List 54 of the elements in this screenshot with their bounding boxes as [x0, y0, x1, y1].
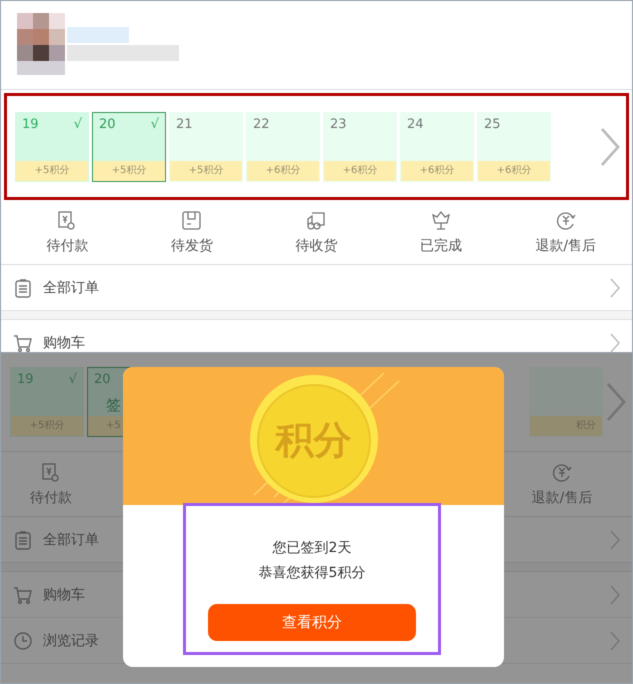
view-points-button[interactable]: 查看积分 [208, 604, 416, 641]
box-icon [180, 210, 203, 232]
day-number: 21 [176, 116, 193, 132]
check-mark: √ [74, 116, 82, 132]
points-reward: +5积分 [170, 160, 242, 180]
day-number: 25 [484, 116, 501, 132]
day-number: 19 [17, 372, 34, 387]
chevron-icon [606, 382, 626, 422]
truck-icon [305, 210, 328, 232]
check-mark: √ [68, 372, 77, 387]
clock-icon [13, 630, 33, 650]
message-text: 您已签到2天 [272, 539, 352, 558]
clipboard-icon [13, 278, 33, 298]
points-reward: +6积分 [324, 160, 396, 180]
calendar-day[interactable]: 23 +6积分 [323, 112, 397, 182]
day-number: 22 [253, 116, 270, 132]
chevron-icon [610, 584, 620, 604]
points-reward: +6积分 [247, 160, 319, 180]
day-number: 19 [22, 116, 39, 132]
message-text: 恭喜您获得5积分 [258, 564, 366, 583]
cart-icon [13, 584, 33, 604]
day-number: 20 [94, 372, 111, 387]
chevron-icon [600, 126, 620, 166]
order-status-button[interactable]: 退款/售后 [516, 210, 616, 254]
points-reward: +6积分 [401, 160, 473, 180]
order-status-button[interactable]: 待收货 [266, 210, 366, 254]
check-mark: √ [150, 116, 159, 132]
chevron-icon [610, 530, 620, 550]
day-number: 23 [330, 116, 347, 132]
points-reward: +5积分 [93, 160, 165, 180]
clipboard-icon [13, 530, 33, 550]
yuan-refresh-icon [551, 462, 573, 484]
order-status-button[interactable]: 待付款 [17, 210, 118, 254]
chevron-icon [610, 630, 620, 650]
yuan-refresh-icon [554, 210, 577, 232]
calendar-day[interactable]: 24 +6积分 [400, 112, 474, 182]
chevron-icon [610, 278, 620, 298]
day-number: 24 [407, 116, 424, 132]
day-number: 20 [99, 116, 116, 132]
chevron-icon [610, 332, 620, 352]
order-status-button[interactable]: 待发货 [142, 210, 242, 254]
points-reward: +5积分 [16, 160, 88, 180]
points-reward: +6积分 [478, 160, 550, 180]
order-status-button[interactable]: 已完成 [391, 210, 492, 254]
calendar-day[interactable]: 19 √ +5积分 [15, 112, 89, 182]
sign-in-label: 签 [106, 396, 121, 415]
calendar-day[interactable]: 22 +6积分 [246, 112, 320, 182]
calendar-day[interactable]: 25 +6积分 [477, 112, 551, 182]
cart-icon [13, 332, 33, 352]
calendar-day[interactable]: 20 √ +5积分 [92, 112, 166, 182]
order-status-button[interactable]: 待付款 [1, 462, 101, 506]
order-status-button[interactable]: 退款/售后 [512, 462, 612, 506]
avatar-icon [17, 13, 65, 77]
calendar-day[interactable]: 21 +5积分 [169, 112, 243, 182]
